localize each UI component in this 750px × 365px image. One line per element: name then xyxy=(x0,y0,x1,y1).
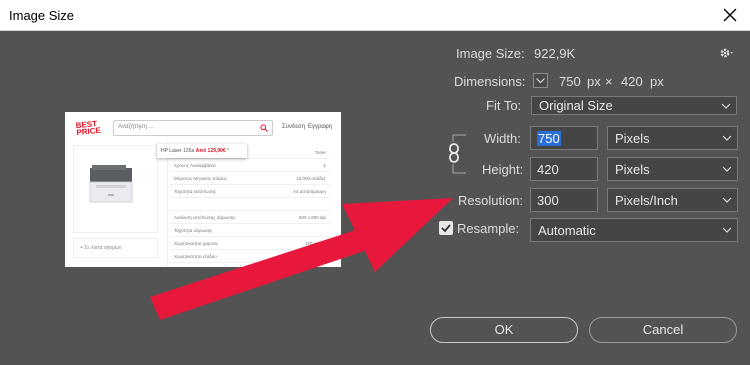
width-input[interactable]: 750 xyxy=(530,126,598,150)
preview-logo: BEST PRICE xyxy=(75,119,102,138)
preview-product-image xyxy=(73,145,158,233)
table-row: Ανάλυση εκτύπωσης σάρωσης 600 x 600 dpi xyxy=(170,211,330,224)
height-unit-dropdown[interactable]: Pixels xyxy=(607,157,738,181)
resolution-label: Resolution: xyxy=(458,193,524,208)
table-row xyxy=(170,198,330,211)
width-unit-dropdown[interactable]: Pixels xyxy=(607,126,738,150)
checkmark-icon xyxy=(441,224,451,233)
preview-price-popup: HP Laser 135a Από 129,90€ ^ xyxy=(157,144,247,158)
printer-icon xyxy=(89,165,133,203)
ok-button[interactable]: OK xyxy=(430,317,578,343)
preview-spec-table: Toner Χρόνος Αναλαμβάνει 1 Μέγιστος Μηνια… xyxy=(170,146,330,263)
table-row: Ταχύτητα εκτύπωσης Α4 ασπρόμαυρη xyxy=(170,185,330,198)
fit-to-label: Fit To: xyxy=(486,98,522,113)
dimensions-toggle[interactable] xyxy=(533,73,548,88)
resample-label: Resample: xyxy=(457,221,520,236)
table-row: Χωρητικότητα εξόδου xyxy=(170,250,330,263)
chevron-down-icon xyxy=(721,103,731,109)
link-icon[interactable] xyxy=(447,142,461,164)
search-icon xyxy=(260,124,268,132)
dimensions-height-unit: px xyxy=(650,74,664,89)
image-size-value: 922,9K xyxy=(534,46,576,61)
table-row: Χωρητικότητα χαρτιού 150 φύλλα xyxy=(170,237,330,250)
table-row: Χρόνος Αναλαμβάνει 1 xyxy=(170,159,330,172)
height-label: Height: xyxy=(482,162,524,177)
chevron-down-icon xyxy=(722,135,732,141)
preview-nav-login: Συνδεση xyxy=(282,124,306,130)
resample-checkbox[interactable] xyxy=(439,221,453,235)
dimensions-width: 750 xyxy=(559,74,581,89)
resolution-unit-dropdown[interactable]: Pixels/Inch xyxy=(607,188,738,212)
chevron-down-icon xyxy=(722,166,732,172)
image-size-label: Image Size: xyxy=(456,46,525,61)
preview-search-box: Αναζήτηση ... xyxy=(113,120,273,136)
window-title: Image Size xyxy=(9,8,75,23)
title-bar: Image Size xyxy=(0,0,750,31)
preview-divider xyxy=(167,142,168,267)
height-input[interactable]: 420 xyxy=(530,157,598,181)
width-label: Width: xyxy=(484,131,521,146)
table-row: Ταχύτητα σάρωσης xyxy=(170,224,330,237)
preview-add-to-list: + Σε λίστα αγορών xyxy=(73,238,158,258)
fit-to-dropdown[interactable]: Original Size xyxy=(531,96,737,115)
preview-nav-register: Εγγραφη xyxy=(308,124,333,130)
dimensions-width-unit: px xyxy=(587,74,601,89)
chevron-down-icon xyxy=(536,78,545,84)
resolution-input[interactable]: 300 xyxy=(530,188,598,212)
cancel-button[interactable]: Cancel xyxy=(589,317,737,343)
close-icon[interactable] xyxy=(718,3,742,27)
gear-icon[interactable] xyxy=(718,45,734,61)
dimensions-times: × xyxy=(605,74,613,89)
table-row: Μέγιστος Μηνιαίος Κύκλος 10.000 σελίδες xyxy=(170,172,330,185)
resample-dropdown[interactable]: Automatic xyxy=(530,218,738,242)
dimensions-height: 420 xyxy=(621,74,643,89)
dimensions-label: Dimensions: xyxy=(454,74,526,89)
image-preview[interactable]: BEST PRICE Αναζήτηση ... Συνδεση Εγγραφη… xyxy=(65,112,341,267)
chevron-down-icon xyxy=(722,197,732,203)
chevron-down-icon xyxy=(722,227,732,233)
